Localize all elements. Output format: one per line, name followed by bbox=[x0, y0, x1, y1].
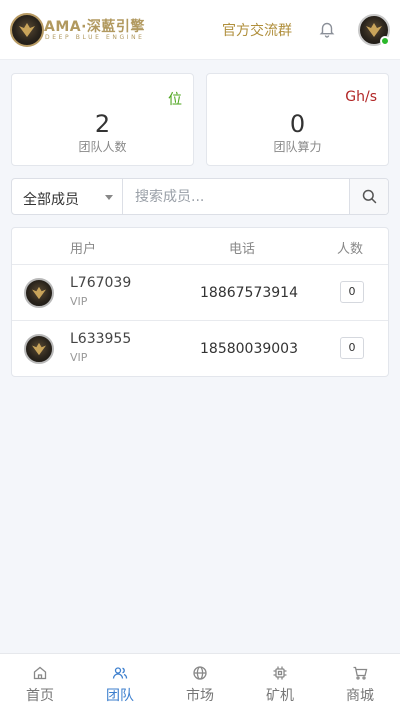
member-table: 用户 电话 人数 L767039 VIP 18867573914 0 L6339… bbox=[11, 227, 389, 377]
nav-label-miner: 矿机 bbox=[266, 688, 294, 704]
eagle-emblem-icon bbox=[10, 13, 44, 47]
table-header: 用户 电话 人数 bbox=[12, 228, 388, 265]
member-count-badge: 0 bbox=[340, 337, 364, 359]
brand-tagline: DEEP BLUE ENGINE bbox=[45, 34, 145, 41]
member-level: VIP bbox=[70, 351, 88, 364]
globe-icon bbox=[193, 666, 207, 680]
official-group-link[interactable]: 官方交流群 bbox=[222, 20, 292, 40]
column-header-phone: 电话 bbox=[229, 242, 256, 257]
column-header-count: 人数 bbox=[337, 242, 364, 257]
team-hashrate-label: 团队算力 bbox=[273, 140, 322, 154]
brand-logo[interactable]: AMA·深藍引擎 DEEP BLUE ENGINE bbox=[10, 13, 150, 47]
caret-down-icon bbox=[105, 195, 113, 200]
team-size-value: 2 bbox=[94, 110, 111, 138]
nav-item-shop[interactable]: 商城 bbox=[320, 654, 400, 711]
nav-label-team: 团队 bbox=[106, 688, 134, 704]
member-avatar bbox=[24, 278, 54, 308]
member-filter-bar: 全部成员 bbox=[11, 178, 389, 215]
member-filter-select[interactable]: 全部成员 bbox=[12, 179, 123, 214]
column-header-user: 用户 bbox=[70, 242, 97, 257]
member-phone: 18867573914 bbox=[200, 285, 298, 301]
table-row[interactable]: L633955 VIP 18580039003 0 bbox=[12, 321, 388, 376]
nav-label-shop: 商城 bbox=[346, 688, 374, 704]
member-filter-value: 全部成员 bbox=[23, 192, 79, 208]
team-hashrate-card: Gh/s 0 团队算力 bbox=[206, 73, 389, 166]
nav-item-team[interactable]: 团队 bbox=[80, 654, 160, 711]
member-count-badge: 0 bbox=[340, 281, 364, 303]
search-button[interactable] bbox=[349, 179, 388, 214]
online-status-dot bbox=[380, 36, 390, 46]
brand-name: AMA·深藍引擎 bbox=[44, 19, 145, 35]
member-phone: 18580039003 bbox=[200, 341, 298, 357]
member-avatar bbox=[24, 334, 54, 364]
chip-icon bbox=[273, 666, 287, 680]
nav-item-home[interactable]: 首页 bbox=[0, 654, 80, 711]
table-row[interactable]: L767039 VIP 18867573914 0 bbox=[12, 265, 388, 321]
nav-item-miner[interactable]: 矿机 bbox=[240, 654, 320, 711]
member-username: L767039 bbox=[70, 275, 132, 291]
app-header: AMA·深藍引擎 DEEP BLUE ENGINE 官方交流群 bbox=[0, 0, 400, 60]
search-icon bbox=[362, 189, 377, 204]
bottom-nav: 首页 团队 市场 矿机 商城 bbox=[0, 653, 400, 711]
member-username: L633955 bbox=[70, 331, 132, 347]
nav-label-home: 首页 bbox=[26, 688, 54, 704]
nav-item-market[interactable]: 市场 bbox=[160, 654, 240, 711]
cart-icon bbox=[353, 666, 368, 680]
member-level: VIP bbox=[70, 295, 88, 308]
member-search-input[interactable] bbox=[124, 179, 349, 214]
team-size-unit: 位 bbox=[168, 92, 182, 108]
users-icon bbox=[112, 667, 128, 679]
team-size-label: 团队人数 bbox=[78, 140, 127, 154]
bell-icon[interactable] bbox=[318, 20, 336, 38]
home-icon bbox=[33, 666, 47, 680]
nav-label-market: 市场 bbox=[186, 688, 214, 704]
team-hashrate-unit: Gh/s bbox=[345, 89, 377, 105]
team-size-card: 位 2 团队人数 bbox=[11, 73, 194, 166]
team-hashrate-value: 0 bbox=[289, 110, 306, 138]
